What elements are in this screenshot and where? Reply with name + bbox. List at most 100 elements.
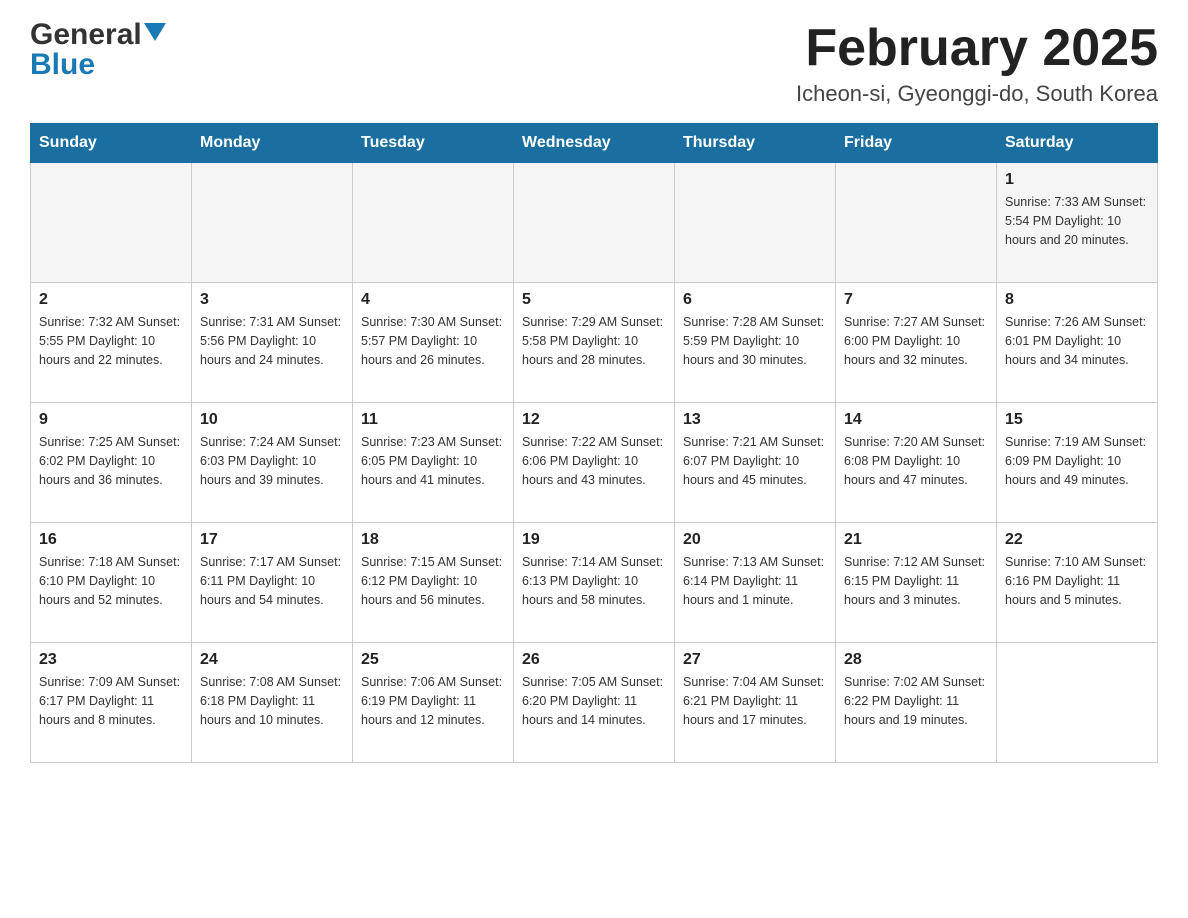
day-info: Sunrise: 7:31 AM Sunset: 5:56 PM Dayligh… <box>200 313 344 369</box>
table-row <box>353 163 514 283</box>
table-row: 16Sunrise: 7:18 AM Sunset: 6:10 PM Dayli… <box>31 523 192 643</box>
day-number: 2 <box>39 291 183 309</box>
table-row: 15 Sunrise: 7:19 AM Sunset: 6:09 PM Dayli… <box>997 403 1158 523</box>
table-row <box>836 163 997 283</box>
calendar-week-row: 23 Sunrise: 7:09 AM Sunset: 6:17 PM Dayli… <box>31 643 1158 763</box>
calendar-week-row: 2 Sunrise: 7:32 AM Sunset: 5:55 PM Daylig… <box>31 283 1158 403</box>
day-number: 10 <box>200 411 344 429</box>
table-row: 28Sunrise: 7:02 AM Sunset: 6:22 PM Dayli… <box>836 643 997 763</box>
table-row <box>31 163 192 283</box>
day-info: Sunrise: 7:20 AM Sunset: 6:08 PM Dayligh… <box>844 433 988 489</box>
table-row: 21 Sunrise: 7:12 AM Sunset: 6:15 PM Dayli… <box>836 523 997 643</box>
day-info: Sunrise: 7:10 AM Sunset: 6:16 PM Dayligh… <box>1005 553 1149 609</box>
day-info: Sunrise: 7:14 AM Sunset: 6:13 PM Dayligh… <box>522 553 666 609</box>
day-info: Sunrise: 7:23 AM Sunset: 6:05 PM Dayligh… <box>361 433 505 489</box>
day-info: Sunrise: 7:08 AM Sunset: 6:18 PM Dayligh… <box>200 673 344 729</box>
day-number: 18 <box>361 531 505 549</box>
table-row: 6 Sunrise: 7:28 AM Sunset: 5:59 PM Daylig… <box>675 283 836 403</box>
day-info: Sunrise: 7:22 AM Sunset: 6:06 PM Dayligh… <box>522 433 666 489</box>
table-row: 8 Sunrise: 7:26 AM Sunset: 6:01 PM Daylig… <box>997 283 1158 403</box>
day-number: 19 <box>522 531 666 549</box>
day-info: Sunrise: 7:12 AM Sunset: 6:15 PM Dayligh… <box>844 553 988 609</box>
table-row: 12 Sunrise: 7:22 AM Sunset: 6:06 PM Dayli… <box>514 403 675 523</box>
day-info: Sunrise: 7:13 AM Sunset: 6:14 PM Dayligh… <box>683 553 827 609</box>
day-info: Sunrise: 7:24 AM Sunset: 6:03 PM Dayligh… <box>200 433 344 489</box>
day-number: 9 <box>39 411 183 429</box>
day-number: 28 <box>844 651 988 669</box>
day-info: Sunrise: 7:19 AM Sunset: 6:09 PM Dayligh… <box>1005 433 1149 489</box>
logo-blue-text: Blue <box>30 50 95 80</box>
day-info: Sunrise: 7:32 AM Sunset: 5:55 PM Dayligh… <box>39 313 183 369</box>
day-info: Sunrise: 7:09 AM Sunset: 6:17 PM Dayligh… <box>39 673 183 729</box>
col-wednesday: Wednesday <box>514 124 675 163</box>
table-row: 27Sunrise: 7:04 AM Sunset: 6:21 PM Dayli… <box>675 643 836 763</box>
day-number: 7 <box>844 291 988 309</box>
day-info: Sunrise: 7:17 AM Sunset: 6:11 PM Dayligh… <box>200 553 344 609</box>
col-thursday: Thursday <box>675 124 836 163</box>
day-number: 4 <box>361 291 505 309</box>
calendar-week-row: 16Sunrise: 7:18 AM Sunset: 6:10 PM Dayli… <box>31 523 1158 643</box>
day-info: Sunrise: 7:21 AM Sunset: 6:07 PM Dayligh… <box>683 433 827 489</box>
calendar-week-row: 9 Sunrise: 7:25 AM Sunset: 6:02 PM Daylig… <box>31 403 1158 523</box>
logo-area: General Blue <box>30 20 166 80</box>
table-row: 18 Sunrise: 7:15 AM Sunset: 6:12 PM Dayli… <box>353 523 514 643</box>
table-row: 2 Sunrise: 7:32 AM Sunset: 5:55 PM Daylig… <box>31 283 192 403</box>
title-area: February 2025 Icheon-si, Gyeonggi-do, So… <box>796 20 1158 107</box>
day-info: Sunrise: 7:28 AM Sunset: 5:59 PM Dayligh… <box>683 313 827 369</box>
day-info: Sunrise: 7:30 AM Sunset: 5:57 PM Dayligh… <box>361 313 505 369</box>
day-number: 23 <box>39 651 183 669</box>
table-row <box>997 643 1158 763</box>
table-row: 9 Sunrise: 7:25 AM Sunset: 6:02 PM Daylig… <box>31 403 192 523</box>
table-row: 4 Sunrise: 7:30 AM Sunset: 5:57 PM Daylig… <box>353 283 514 403</box>
day-number: 6 <box>683 291 827 309</box>
day-number: 3 <box>200 291 344 309</box>
day-number: 24 <box>200 651 344 669</box>
day-info: Sunrise: 7:25 AM Sunset: 6:02 PM Dayligh… <box>39 433 183 489</box>
day-number: 22 <box>1005 531 1149 549</box>
table-row <box>192 163 353 283</box>
day-number: 16 <box>39 531 183 549</box>
day-info: Sunrise: 7:04 AM Sunset: 6:21 PM Dayligh… <box>683 673 827 729</box>
table-row <box>514 163 675 283</box>
logo-triangle-icon <box>144 23 166 41</box>
col-tuesday: Tuesday <box>353 124 514 163</box>
day-number: 11 <box>361 411 505 429</box>
day-info: Sunrise: 7:26 AM Sunset: 6:01 PM Dayligh… <box>1005 313 1149 369</box>
day-info: Sunrise: 7:15 AM Sunset: 6:12 PM Dayligh… <box>361 553 505 609</box>
table-row: 10 Sunrise: 7:24 AM Sunset: 6:03 PM Dayli… <box>192 403 353 523</box>
day-number: 12 <box>522 411 666 429</box>
day-number: 5 <box>522 291 666 309</box>
day-number: 26 <box>522 651 666 669</box>
table-row: 19 Sunrise: 7:14 AM Sunset: 6:13 PM Dayli… <box>514 523 675 643</box>
table-row: 14Sunrise: 7:20 AM Sunset: 6:08 PM Dayli… <box>836 403 997 523</box>
table-row: 5 Sunrise: 7:29 AM Sunset: 5:58 PM Daylig… <box>514 283 675 403</box>
day-number: 21 <box>844 531 988 549</box>
logo-general-text: General <box>30 20 142 50</box>
table-row: 17 Sunrise: 7:17 AM Sunset: 6:11 PM Dayli… <box>192 523 353 643</box>
col-sunday: Sunday <box>31 124 192 163</box>
location-title: Icheon-si, Gyeonggi-do, South Korea <box>796 81 1158 107</box>
table-row <box>675 163 836 283</box>
day-number: 20 <box>683 531 827 549</box>
day-info: Sunrise: 7:29 AM Sunset: 5:58 PM Dayligh… <box>522 313 666 369</box>
col-monday: Monday <box>192 124 353 163</box>
table-row: 13 Sunrise: 7:21 AM Sunset: 6:07 PM Dayli… <box>675 403 836 523</box>
table-row: 24 Sunrise: 7:08 AM Sunset: 6:18 PM Dayli… <box>192 643 353 763</box>
day-info: Sunrise: 7:27 AM Sunset: 6:00 PM Dayligh… <box>844 313 988 369</box>
calendar-week-row: 1Sunrise: 7:33 AM Sunset: 5:54 PM Daylig… <box>31 163 1158 283</box>
day-number: 17 <box>200 531 344 549</box>
col-saturday: Saturday <box>997 124 1158 163</box>
table-row: 22 Sunrise: 7:10 AM Sunset: 6:16 PM Dayli… <box>997 523 1158 643</box>
table-row: 20 Sunrise: 7:13 AM Sunset: 6:14 PM Dayli… <box>675 523 836 643</box>
day-number: 8 <box>1005 291 1149 309</box>
day-info: Sunrise: 7:05 AM Sunset: 6:20 PM Dayligh… <box>522 673 666 729</box>
table-row: 23 Sunrise: 7:09 AM Sunset: 6:17 PM Dayli… <box>31 643 192 763</box>
table-row: 26 Sunrise: 7:05 AM Sunset: 6:20 PM Dayli… <box>514 643 675 763</box>
table-row: 11 Sunrise: 7:23 AM Sunset: 6:05 PM Dayli… <box>353 403 514 523</box>
day-number: 13 <box>683 411 827 429</box>
header: General Blue February 2025 Icheon-si, Gy… <box>30 20 1158 107</box>
day-number: 25 <box>361 651 505 669</box>
table-row: 7 Sunrise: 7:27 AM Sunset: 6:00 PM Daylig… <box>836 283 997 403</box>
day-number: 15 <box>1005 411 1149 429</box>
calendar-header-row: Sunday Monday Tuesday Wednesday Thursday… <box>31 124 1158 163</box>
